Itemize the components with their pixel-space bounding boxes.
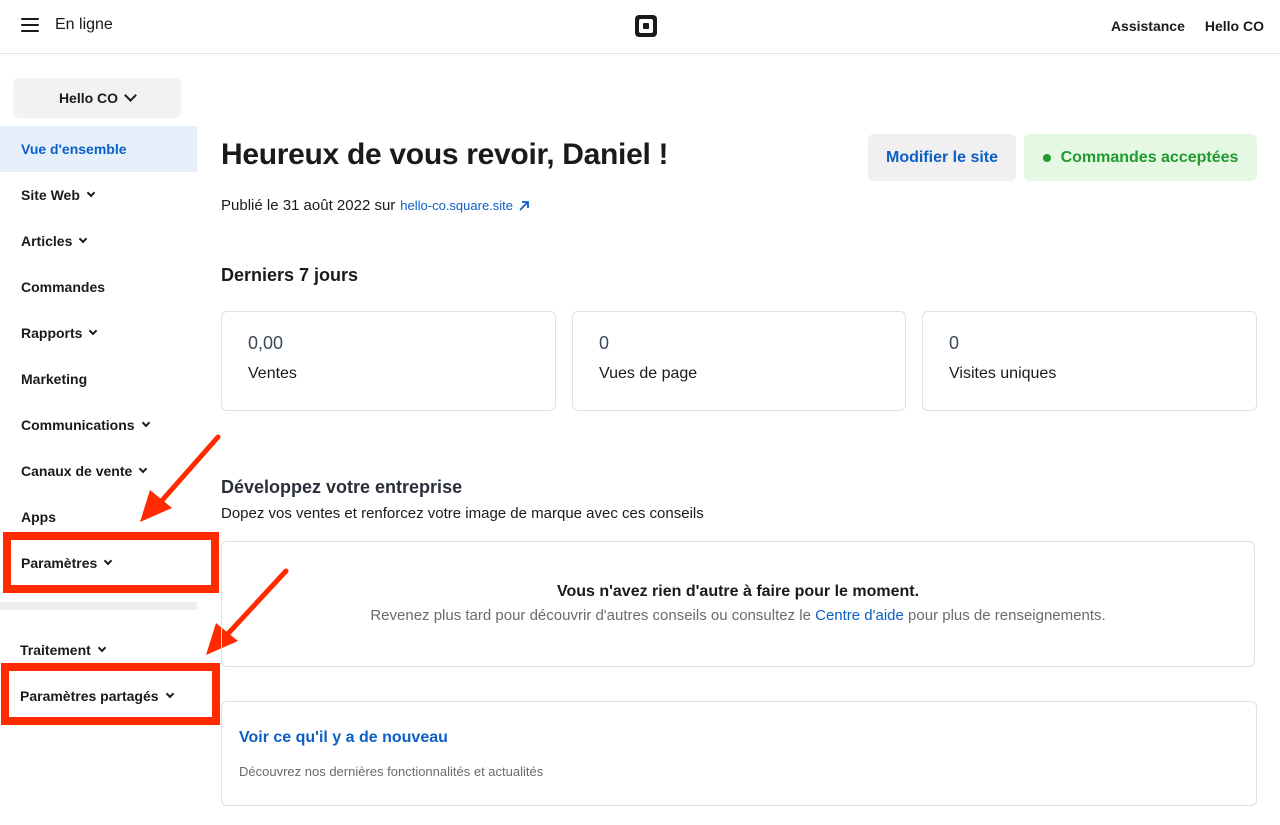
status-dot-icon [1042, 153, 1051, 162]
stat-card-unique-visits[interactable]: 0 Visites uniques [922, 311, 1257, 411]
stat-label: Ventes [248, 365, 297, 382]
empty-title: Vous n'avez rien d'autre à faire pour le… [556, 583, 920, 600]
empty-subtitle: Revenez plus tard pour découvrir d'autre… [222, 607, 1254, 624]
stat-card-sales[interactable]: 0,00 Ventes [221, 311, 556, 411]
page-title: Heureux de vous revoir, Daniel ! [221, 138, 669, 171]
stat-value: 0,00 [248, 333, 284, 353]
stat-label: Vues de page [599, 365, 698, 382]
whats-new-subtitle: Découvrez nos dernières fonctionnalités … [239, 764, 544, 779]
empty-sub-after: pour plus de renseignements. [908, 607, 1106, 624]
orders-status-badge[interactable]: Commandes acceptées [1024, 134, 1257, 181]
grow-section-title: Développez votre entreprise [221, 477, 463, 497]
help-center-link[interactable]: Centre d'aide [815, 607, 904, 624]
empty-sub-before: Revenez plus tard pour découvrir d'autre… [370, 607, 811, 624]
published-info: Publié le 31 août 2022 sur hello-co.squa… [221, 197, 531, 214]
tips-empty-card: Vous n'avez rien d'autre à faire pour le… [221, 541, 1255, 667]
whats-new-card[interactable]: Voir ce qu'il y a de nouveau Découvrez n… [221, 701, 1257, 806]
site-link-label: hello-co.square.site [400, 198, 514, 213]
site-link[interactable]: hello-co.square.site [400, 198, 531, 213]
arrow-icon [140, 434, 221, 522]
stat-label: Visites uniques [949, 365, 1057, 382]
orders-status-label: Commandes acceptées [1060, 148, 1239, 166]
stat-value: 0 [949, 333, 960, 353]
stat-card-page-views[interactable]: 0 Vues de page [572, 311, 906, 411]
stat-value: 0 [599, 333, 610, 353]
whats-new-link[interactable]: Voir ce qu'il y a de nouveau [239, 729, 448, 747]
stats-section-title: Derniers 7 jours [221, 265, 359, 285]
edit-site-button[interactable]: Modifier le site [868, 134, 1016, 181]
published-text: Publié le 31 août 2022 sur [221, 197, 396, 214]
external-link-icon [519, 200, 529, 211]
grow-section-subtitle: Dopez vos ventes et renforcez votre imag… [221, 505, 704, 522]
